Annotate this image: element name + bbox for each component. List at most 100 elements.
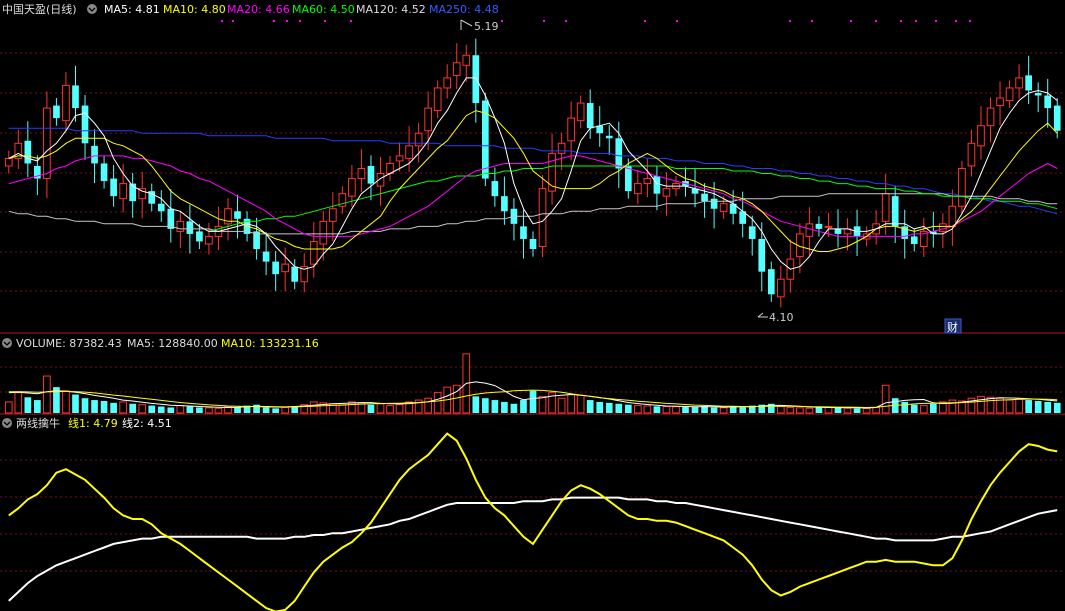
- event-marker-dot: [324, 20, 326, 22]
- candle-body-down: [262, 251, 270, 262]
- candle-body-down: [234, 211, 241, 219]
- candle-body-down: [710, 198, 718, 209]
- candle-body-up: [662, 188, 671, 197]
- event-marker-dot: [969, 20, 971, 22]
- candle-body-down: [1053, 105, 1061, 131]
- finance-badge[interactable]: 财: [944, 318, 962, 334]
- candle-body-up: [424, 107, 432, 132]
- volume-bar-down: [100, 400, 108, 413]
- volume-bar-down: [520, 400, 527, 413]
- volume-bar-up: [1015, 398, 1023, 414]
- indicator-line2: [8, 496, 1058, 602]
- finance-badge-text: 财: [947, 320, 958, 334]
- stock-chart-window: 5.19 4.10 财 中国天盈(日线) MA5: 4.81 MA10: 4.8…: [0, 0, 1065, 611]
- volume-bar-down: [729, 406, 737, 413]
- volume-bar-down: [482, 398, 489, 413]
- volume-bar-up: [948, 399, 957, 414]
- price-panel-header: 中国天盈(日线) MA5: 4.81 MA10: 4.80 MA20: 4.66…: [2, 2, 499, 16]
- chevron-down-circle-icon[interactable]: [2, 338, 12, 348]
- low-annotation: 4.10: [757, 311, 794, 324]
- candle-body-down: [100, 163, 108, 182]
- candle-body-up: [996, 97, 1004, 107]
- event-marker-dot: [811, 20, 813, 22]
- candle-body-down: [110, 178, 117, 197]
- volume-bar-down: [72, 394, 79, 413]
- volume-ma5-legend: MA5: 128840.00: [127, 337, 218, 350]
- event-marker-dot: [900, 20, 902, 22]
- volume-bar-up: [176, 405, 185, 414]
- volume-value: VOLUME: 87382.43: [16, 337, 122, 350]
- candle-body-up: [119, 183, 127, 200]
- volume-bar-up: [386, 405, 394, 414]
- candle-body-up: [719, 203, 728, 212]
- candlestick-series: [4, 38, 1061, 308]
- volume-bar-down: [653, 406, 661, 413]
- volume-bar-down: [291, 406, 299, 413]
- volume-bar-up: [872, 406, 880, 414]
- candle-body-down: [596, 125, 604, 134]
- volume-bar-up: [862, 408, 871, 414]
- volume-bar-down: [691, 407, 699, 413]
- event-marker-dot: [915, 20, 917, 22]
- candle-body-up: [538, 188, 547, 248]
- candle-body-down: [520, 226, 527, 239]
- candle-body-down: [53, 105, 60, 119]
- volume-bar-down: [624, 404, 632, 413]
- volume-bar-down: [910, 404, 918, 413]
- volume-bar-up: [338, 404, 347, 414]
- candle-body-up: [1005, 87, 1014, 102]
- volume-bar-down: [24, 397, 32, 413]
- indicator-name: 两线擒牛: [16, 416, 60, 430]
- candle-body-up: [567, 117, 575, 142]
- candle-body-up: [881, 193, 890, 222]
- low-price-label: 4.10: [769, 311, 794, 324]
- indicator-line1-legend: 线1: 4.79: [68, 416, 118, 430]
- volume-bar-up: [62, 390, 70, 414]
- stock-title: 中国天盈(日线): [2, 2, 77, 16]
- event-marker-dot: [565, 20, 567, 22]
- indicator-line2-legend: 线2: 4.51: [122, 416, 172, 430]
- volume-gridlines: [0, 366, 1065, 393]
- volume-bar-down: [529, 390, 537, 413]
- volume-bar-down: [596, 401, 604, 413]
- candle-body-up: [62, 84, 70, 122]
- event-marker-dot: [850, 20, 852, 22]
- candle-body-up: [205, 235, 213, 245]
- volume-bar-down: [682, 406, 689, 413]
- candle-body-down: [24, 140, 32, 164]
- candle-body-up: [348, 178, 356, 197]
- volume-bar-up: [796, 407, 804, 414]
- event-markers[interactable]: [221, 20, 971, 22]
- candle-body-up: [405, 145, 413, 159]
- candle-body-down: [529, 238, 537, 250]
- volume-bar-down: [929, 403, 937, 413]
- volume-bar-up: [634, 405, 642, 414]
- event-marker-dot: [543, 20, 545, 22]
- candle-body-up: [557, 142, 566, 154]
- volume-bar-up: [776, 406, 785, 414]
- candle-body-down: [272, 261, 279, 275]
- candle-body-down: [834, 228, 842, 234]
- volume-bar-down: [81, 398, 89, 413]
- volume-bar-up: [138, 404, 147, 414]
- chevron-down-circle-icon[interactable]: [87, 4, 97, 14]
- volume-bar-up: [881, 384, 890, 414]
- candle-body-up: [43, 107, 51, 180]
- event-marker-dot: [676, 20, 678, 22]
- volume-bar-up: [1005, 399, 1014, 414]
- high-price-label: 5.19: [474, 20, 499, 33]
- chart-canvas[interactable]: 5.19 4.10 财 中国天盈(日线) MA5: 4.81 MA10: 4.8…: [0, 0, 1065, 611]
- event-marker-dot: [875, 20, 877, 22]
- candle-body-up: [1015, 77, 1023, 89]
- candle-body-down: [501, 196, 508, 212]
- candle-body-up: [805, 223, 814, 237]
- event-marker-dot: [789, 20, 791, 22]
- chevron-down-circle-icon[interactable]: [2, 418, 12, 428]
- line-ma10: [8, 110, 1058, 252]
- volume-bar-up: [376, 403, 385, 414]
- indicator-panel-header: 两线擒牛 线1: 4.79 线2: 4.51: [2, 416, 172, 430]
- volume-bar-down: [110, 402, 117, 413]
- candle-body-down: [1034, 92, 1042, 96]
- candle-body-down: [1044, 95, 1052, 109]
- volume-bar-up: [424, 397, 432, 414]
